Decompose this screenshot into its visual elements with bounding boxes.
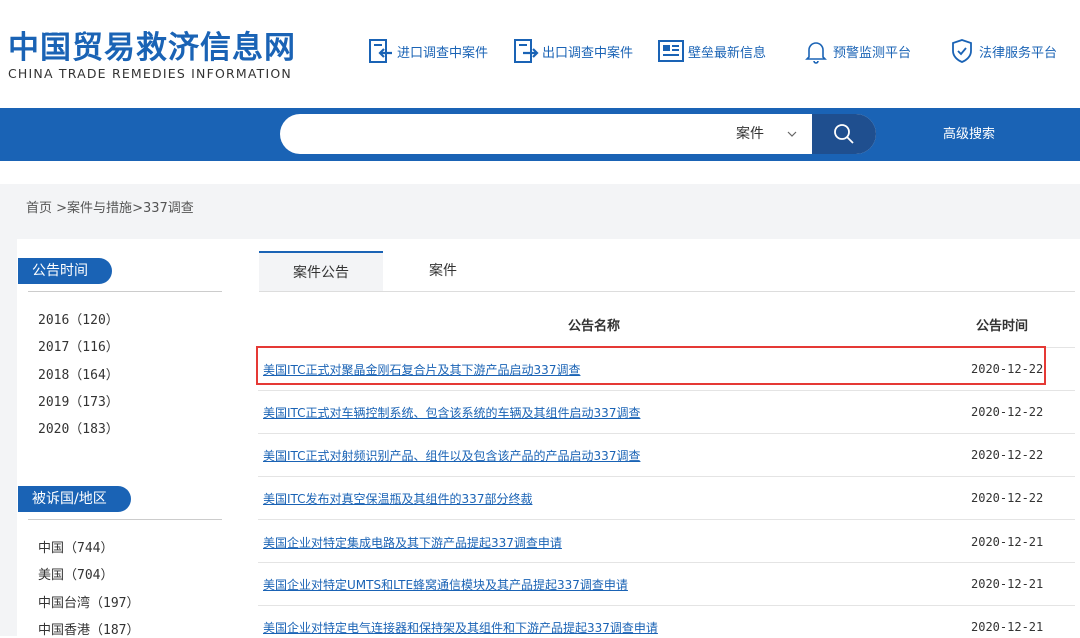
link-legal-platform-label: 法律服务平台 [979, 45, 1058, 61]
link-import-cases-label: 进口调查中案件 [397, 45, 489, 61]
link-import-cases[interactable]: 进口调查中案件 [366, 36, 488, 66]
link-export-cases-label: 出口调查中案件 [542, 45, 634, 61]
site-header: 中国贸易救济信息网 CHINA TRADE REMEDIES INFORMATI… [0, 0, 1080, 108]
sidebar-title-country: 被诉国/地区 [18, 486, 131, 512]
table-row-title[interactable]: 美国ITC正式对聚晶金刚石复合片及其下游产品启动337调查 [263, 361, 580, 378]
table-row-title[interactable]: 美国ITC正式对射频识别产品、组件以及包含该产品的产品启动337调查 [263, 447, 640, 464]
tab-case-announcements[interactable]: 案件公告 [259, 251, 383, 292]
table-row-title[interactable]: 美国企业对特定UMTS和LTE蜂窝通信模块及其产品提起337调查申请 [263, 576, 628, 593]
row-divider [258, 519, 1075, 520]
sidebar-item-year[interactable]: 2020（183） [38, 418, 119, 437]
sidebar-divider [28, 291, 222, 292]
sidebar-item-country[interactable]: 美国（704） [38, 564, 113, 583]
column-header-date: 公告时间 [976, 319, 1029, 334]
sidebar-item-year[interactable]: 2017（116） [38, 336, 119, 355]
news-icon [657, 37, 685, 65]
breadcrumb-current[interactable]: 337调查 [143, 201, 194, 216]
sidebar-divider [28, 519, 222, 520]
table-row-date: 2020-12-21 [971, 577, 1044, 591]
row-divider [258, 562, 1075, 563]
search-icon [834, 124, 854, 144]
breadcrumb-section[interactable]: 案件与措施 [67, 201, 132, 216]
table-row-title[interactable]: 美国ITC发布对真空保温瓶及其组件的337部分终裁 [263, 490, 532, 507]
row-divider [258, 390, 1075, 391]
link-warning-platform-label: 预警监测平台 [833, 45, 912, 61]
search-button[interactable] [812, 114, 876, 154]
sidebar-item-country[interactable]: 中国香港（187） [38, 619, 139, 638]
column-header-name: 公告名称 [568, 319, 621, 334]
sidebar-item-country[interactable]: 中国台湾（197） [38, 592, 139, 611]
link-export-cases[interactable]: 出口调查中案件 [511, 36, 633, 66]
sidebar-item-year[interactable]: 2018（164） [38, 364, 119, 383]
link-warning-platform[interactable]: 预警监测平台 [802, 36, 911, 66]
link-legal-platform[interactable]: 法律服务平台 [948, 36, 1057, 66]
import-doc-icon [366, 37, 394, 65]
table-row-date: 2020-12-22 [971, 491, 1044, 505]
row-divider [258, 433, 1075, 434]
sidebar-item-country[interactable]: 中国（744） [38, 537, 113, 556]
chevron-down-icon[interactable] [191, 17, 207, 33]
tab-cases[interactable]: 案件 [398, 251, 488, 292]
all-columns-dropdown[interactable]: 所有栏目 [25, 0, 85, 53]
row-divider [258, 476, 1075, 477]
breadcrumb-separator: > [132, 201, 143, 216]
table-row-date: 2020-12-22 [971, 405, 1044, 419]
shield-check-icon [948, 37, 976, 65]
table-row-title[interactable]: 美国企业对特定电气连接器和保持架及其组件和下游产品提起337调查申请 [263, 619, 658, 636]
sidebar-item-year[interactable]: 2019（173） [38, 391, 119, 410]
breadcrumb-separator: > [52, 201, 68, 216]
search-type-select[interactable]: 案件 [736, 114, 764, 154]
export-doc-icon [511, 37, 539, 65]
table-row-date: 2020-12-22 [971, 362, 1044, 376]
chevron-down-icon[interactable] [786, 128, 798, 140]
table-row-date: 2020-12-21 [971, 620, 1044, 634]
link-barrier-news[interactable]: 壁垒最新信息 [657, 36, 766, 66]
breadcrumb: 首页 >案件与措施>337调查 [26, 184, 194, 234]
breadcrumb-home[interactable]: 首页 [26, 201, 52, 216]
row-divider [258, 605, 1075, 606]
bell-icon [802, 37, 830, 65]
table-row-title[interactable]: 美国企业对特定集成电路及其下游产品提起337调查申请 [263, 534, 562, 551]
row-divider [258, 347, 1075, 348]
sidebar-item-year[interactable]: 2016（120） [38, 309, 119, 328]
table-row-date: 2020-12-21 [971, 535, 1044, 549]
tab-divider [259, 291, 1075, 292]
sidebar-title-time: 公告时间 [18, 258, 112, 284]
link-barrier-news-label: 壁垒最新信息 [688, 45, 767, 61]
table-row-date: 2020-12-22 [971, 448, 1044, 462]
table-row-title[interactable]: 美国ITC正式对车辆控制系统、包含该系统的车辆及其组件启动337调查 [263, 404, 640, 421]
advanced-search-link[interactable]: 高级搜索 [943, 108, 995, 161]
search-input[interactable] [304, 118, 728, 152]
site-logo-subtitle: CHINA TRADE REMEDIES INFORMATION [8, 66, 292, 81]
